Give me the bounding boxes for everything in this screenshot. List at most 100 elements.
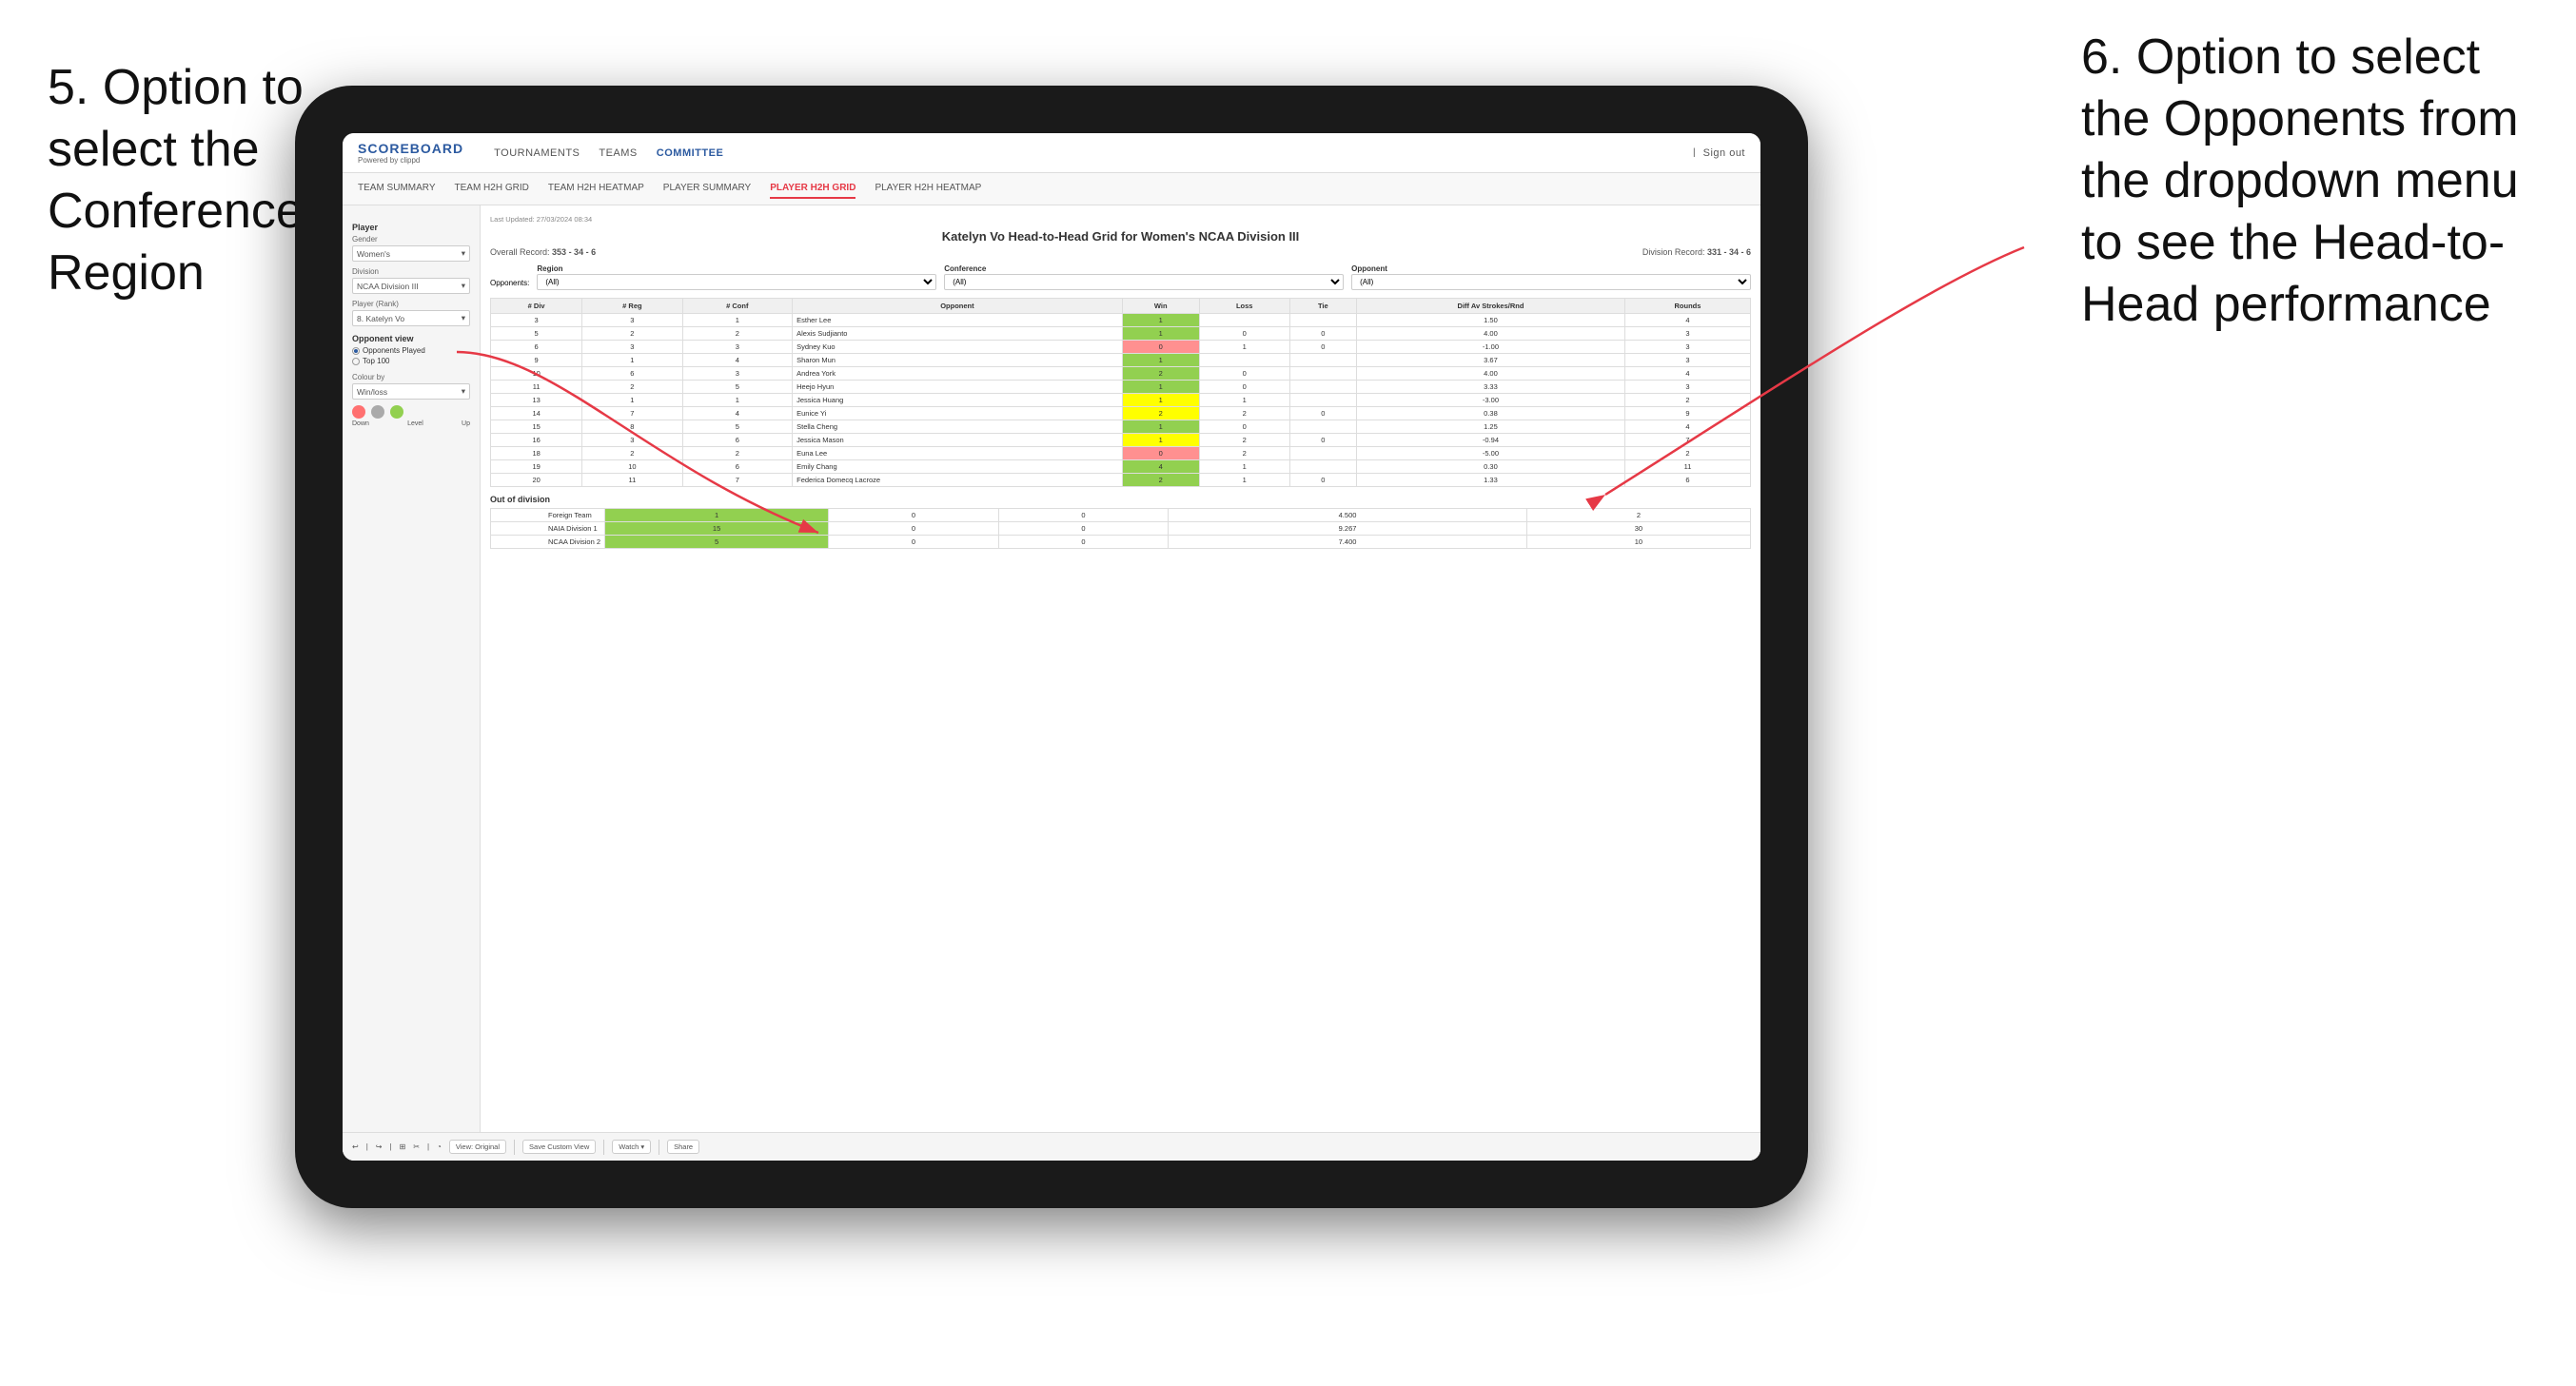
save-custom-btn[interactable]: Save Custom View (522, 1140, 596, 1154)
ood-cell-rounds: 10 (1526, 536, 1750, 549)
ood-cell-diff: 7.400 (1169, 536, 1527, 549)
cell-diff: -5.00 (1357, 447, 1625, 460)
opponents-filter-label: Opponents: (490, 279, 529, 287)
cell-opponent: Jessica Huang (793, 394, 1123, 407)
table-row: 19 10 6 Emily Chang 4 1 0.30 11 (491, 460, 1751, 474)
ood-cell-tie: 0 (998, 509, 1169, 522)
division-select[interactable]: NCAA Division III ▾ (352, 278, 470, 294)
tab-player-h2h-grid[interactable]: PLAYER H2H GRID (770, 179, 855, 199)
table-row: 14 7 4 Eunice Yi 2 2 0 0.38 9 (491, 407, 1751, 420)
nav-tournaments[interactable]: TOURNAMENTS (494, 144, 580, 163)
watch-btn[interactable]: Watch ▾ (612, 1140, 651, 1154)
logo-title: SCOREBOARD (358, 141, 463, 156)
share-btn[interactable]: Share (667, 1140, 699, 1154)
cell-loss: 2 (1199, 447, 1289, 460)
toolbar-separator3: | (427, 1142, 429, 1151)
col-conf: # Conf (682, 299, 793, 314)
cell-loss (1199, 354, 1289, 367)
toolbar-clock[interactable]: ◔ (437, 1142, 442, 1151)
cell-conf: 4 (682, 354, 793, 367)
cell-reg: 6 (582, 367, 682, 381)
nav-teams[interactable]: TEAMS (599, 144, 637, 163)
division-record-label: Division Record: 331 - 34 - 6 (1642, 247, 1751, 257)
cell-div: 11 (491, 381, 582, 394)
cell-diff: 1.25 (1357, 420, 1625, 434)
main-content: Player Gender Women's ▾ Division NCAA Di… (343, 205, 1760, 1161)
table-row: 6 3 3 Sydney Kuo 0 1 0 -1.00 3 (491, 341, 1751, 354)
colour-by-select[interactable]: Win/loss ▾ (352, 383, 470, 400)
region-filter-select[interactable]: (All) (537, 274, 936, 290)
opponent-view-label: Opponent view (352, 334, 470, 343)
tab-team-h2h-heatmap[interactable]: TEAM H2H HEATMAP (548, 179, 644, 199)
cell-win: 2 (1122, 474, 1199, 487)
opponent-filter-group: Opponent (All) (1351, 264, 1751, 290)
ood-cell-rounds: 30 (1526, 522, 1750, 536)
cell-rounds: 6 (1624, 474, 1750, 487)
player-rank-select[interactable]: 8. Katelyn Vo ▾ (352, 310, 470, 326)
cell-opponent: Euna Lee (793, 447, 1123, 460)
cell-opponent: Andrea York (793, 367, 1123, 381)
toolbar-redo[interactable]: ↪ (376, 1142, 383, 1151)
annotation-right: 6. Option to select the Opponents from t… (2081, 27, 2557, 336)
tab-player-summary[interactable]: PLAYER SUMMARY (663, 179, 751, 199)
cell-loss: 0 (1199, 327, 1289, 341)
legend-down-dot (352, 405, 365, 419)
cell-diff: 3.67 (1357, 354, 1625, 367)
cell-conf: 5 (682, 381, 793, 394)
tab-team-h2h-grid[interactable]: TEAM H2H GRID (455, 179, 529, 199)
cell-conf: 1 (682, 394, 793, 407)
cell-conf: 3 (682, 367, 793, 381)
radio-opponents-played[interactable]: Opponents Played (352, 346, 470, 355)
filter-row: Opponents: Region (All) Conference (All) (490, 264, 1751, 290)
toolbar-grid[interactable]: ⊞ (400, 1142, 406, 1151)
region-filter-group: Region (All) (537, 264, 936, 290)
cell-diff: -1.00 (1357, 341, 1625, 354)
ood-cell-win: 1 (605, 509, 829, 522)
conference-filter-group: Conference (All) (944, 264, 1344, 290)
cell-loss: 0 (1199, 420, 1289, 434)
conference-filter-select[interactable]: (All) (944, 274, 1344, 290)
app-header: SCOREBOARD Powered by clippd TOURNAMENTS… (343, 133, 1760, 173)
cell-loss: 1 (1199, 341, 1289, 354)
cell-opponent: Alexis Sudjianto (793, 327, 1123, 341)
col-diff: Diff Av Strokes/Rnd (1357, 299, 1625, 314)
toolbar-undo[interactable]: ↩ (352, 1142, 359, 1151)
col-rounds: Rounds (1624, 299, 1750, 314)
cell-reg: 2 (582, 381, 682, 394)
cell-rounds: 11 (1624, 460, 1750, 474)
cell-loss: 1 (1199, 394, 1289, 407)
col-tie: Tie (1289, 299, 1356, 314)
opponent-filter-select[interactable]: (All) (1351, 274, 1751, 290)
nav-committee[interactable]: COMMITTEE (657, 144, 724, 163)
cell-opponent: Sharon Mun (793, 354, 1123, 367)
opponent-view-group: Opponents Played Top 100 (352, 346, 470, 365)
table-row: 10 6 3 Andrea York 2 0 4.00 4 (491, 367, 1751, 381)
cell-conf: 6 (682, 434, 793, 447)
cell-opponent: Heejo Hyun (793, 381, 1123, 394)
tab-team-summary[interactable]: TEAM SUMMARY (358, 179, 436, 199)
gender-select[interactable]: Women's ▾ (352, 245, 470, 262)
cell-div: 18 (491, 447, 582, 460)
cell-tie (1289, 394, 1356, 407)
cell-diff: 1.50 (1357, 314, 1625, 327)
sub-nav: TEAM SUMMARY TEAM H2H GRID TEAM H2H HEAT… (343, 173, 1760, 205)
cell-tie: 0 (1289, 407, 1356, 420)
col-loss: Loss (1199, 299, 1289, 314)
toolbar-cut[interactable]: ✂ (413, 1142, 420, 1151)
cell-conf: 6 (682, 460, 793, 474)
table-row: 16 3 6 Jessica Mason 1 2 0 -0.94 7 (491, 434, 1751, 447)
cell-diff: 0.30 (1357, 460, 1625, 474)
sign-out-button[interactable]: Sign out (1703, 144, 1745, 163)
scoreboard-logo: SCOREBOARD Powered by clippd (358, 141, 463, 165)
cell-div: 15 (491, 420, 582, 434)
cell-win: 1 (1122, 394, 1199, 407)
tab-player-h2h-heatmap[interactable]: PLAYER H2H HEATMAP (875, 179, 981, 199)
radio-top100[interactable]: Top 100 (352, 357, 470, 365)
table-row: 13 1 1 Jessica Huang 1 1 -3.00 2 (491, 394, 1751, 407)
table-row: 15 8 5 Stella Cheng 1 0 1.25 4 (491, 420, 1751, 434)
cell-reg: 2 (582, 327, 682, 341)
cell-opponent: Federica Domecq Lacroze (793, 474, 1123, 487)
view-original-btn[interactable]: View: Original (449, 1140, 506, 1154)
cell-rounds: 2 (1624, 447, 1750, 460)
cell-div: 19 (491, 460, 582, 474)
